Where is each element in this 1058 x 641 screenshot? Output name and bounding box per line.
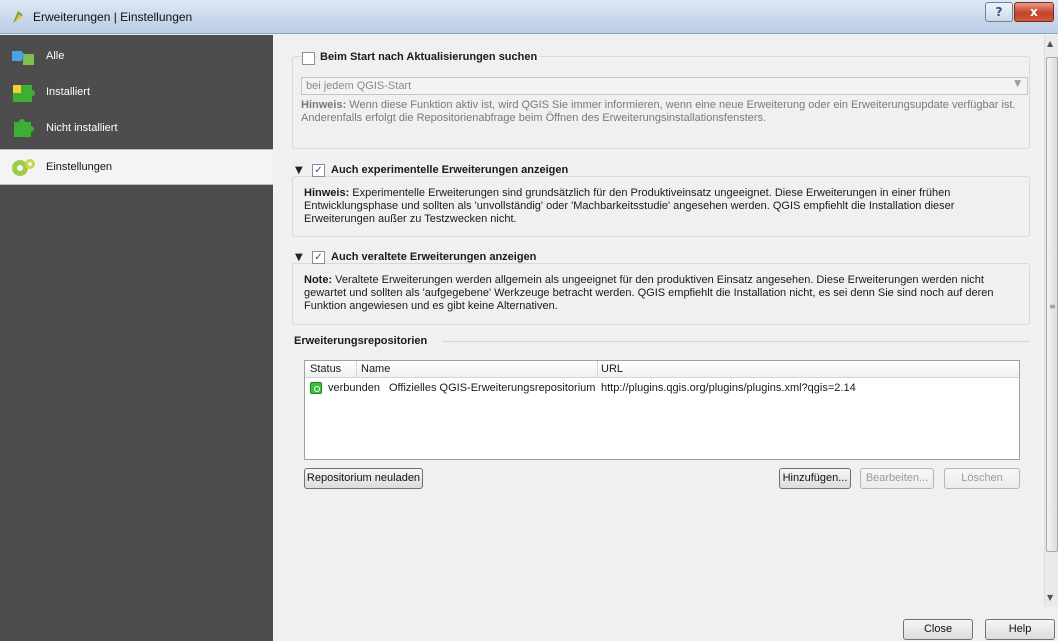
sidebar-item-installiert[interactable]: Installiert	[0, 75, 273, 111]
column-separator	[356, 361, 357, 378]
edit-repository-button[interactable]: Bearbeiten...	[860, 468, 934, 489]
qgis-logo-icon	[13, 11, 23, 23]
connected-status-icon	[310, 382, 322, 394]
vertical-scrollbar[interactable]: ▲ ≡ ▼	[1044, 35, 1058, 607]
table-row[interactable]: verbunden Offizielles QGIS-Erweiterungsr…	[305, 381, 1019, 397]
experimental-hint-prefix: Hinweis:	[304, 187, 350, 199]
update-frequency-value: bei jedem QGIS-Start	[306, 80, 412, 92]
repositories-table[interactable]: Status Name URL verbunden Offizielles QG…	[304, 360, 1020, 460]
collapse-arrow-icon[interactable]: ▼	[295, 252, 303, 263]
scroll-down-icon[interactable]: ▼	[1047, 593, 1053, 602]
help-button[interactable]: Help	[985, 619, 1055, 640]
experimental-hint-text: Experimentelle Erweiterungen sind grunds…	[304, 187, 955, 225]
update-frequency-select[interactable]: bei jedem QGIS-Start ▼	[301, 77, 1028, 95]
updates-hint: Hinweis: Wenn diese Funktion aktiv ist, …	[301, 99, 1021, 125]
table-header: Status Name URL	[305, 361, 1019, 378]
deprecated-note-text: Veraltete Erweiterungen werden allgemein…	[304, 274, 994, 312]
updates-hint-prefix: Hinweis:	[301, 99, 347, 111]
settings-panel: Beim Start nach Aktualisierungen suchen …	[274, 35, 1058, 641]
sidebar-item-einstellungen[interactable]: Einstellungen	[0, 149, 273, 185]
sidebar: Alle Installiert Nicht installiert Einst…	[0, 35, 273, 641]
puzzle-pieces-icon	[12, 51, 34, 65]
sidebar-item-nicht-installiert[interactable]: Nicht installiert	[0, 111, 273, 147]
deprecated-checkbox[interactable]: ✓	[312, 251, 325, 264]
add-repository-button[interactable]: Hinzufügen...	[779, 468, 851, 489]
scroll-up-icon[interactable]: ▲	[1047, 39, 1053, 48]
sidebar-item-label: Nicht installiert	[46, 122, 118, 134]
collapse-arrow-icon[interactable]: ▼	[295, 165, 303, 176]
column-header-name[interactable]: Name	[361, 363, 390, 375]
experimental-checkbox[interactable]: ✓	[312, 164, 325, 177]
repository-status: verbunden	[328, 382, 380, 394]
column-separator	[597, 361, 598, 378]
column-header-status[interactable]: Status	[310, 363, 341, 375]
grip-icon: ≡	[1049, 302, 1056, 311]
puzzle-not-installed-icon	[14, 119, 34, 137]
title-bar: Erweiterungen | Einstellungen ? x	[0, 0, 1058, 34]
puzzle-installed-icon	[13, 85, 35, 102]
window-title: Erweiterungen | Einstellungen	[33, 10, 193, 24]
deprecated-note-prefix: Note:	[304, 274, 333, 286]
experimental-hint: Hinweis: Experimentelle Erweiterungen si…	[304, 187, 1024, 226]
sidebar-item-alle[interactable]: Alle	[0, 39, 273, 75]
experimental-label: Auch experimentelle Erweiterungen anzeig…	[328, 164, 572, 176]
close-button[interactable]: Close	[903, 619, 973, 640]
gears-icon	[12, 159, 35, 176]
check-updates-checkbox[interactable]	[302, 52, 315, 65]
repository-url: http://plugins.qgis.org/plugins/plugins.…	[601, 382, 856, 394]
chevron-down-icon: ▼	[1014, 79, 1021, 89]
deprecated-note: Note: Veraltete Erweiterungen werden all…	[304, 274, 1024, 313]
scrollbar-thumb[interactable]: ≡	[1046, 57, 1058, 552]
updates-hint-text: Wenn diese Funktion aktiv ist, wird QGIS…	[301, 99, 1016, 124]
repository-name: Offizielles QGIS-Erweiterungsrepositoriu…	[389, 382, 596, 394]
repositories-title: Erweiterungsrepositorien	[294, 335, 428, 347]
delete-repository-button[interactable]: Löschen	[944, 468, 1020, 489]
repositories-divider	[442, 341, 1030, 342]
check-updates-label: Beim Start nach Aktualisierungen suchen	[317, 51, 541, 63]
deprecated-label: Auch veraltete Erweiterungen anzeigen	[328, 251, 540, 263]
window-close-button[interactable]: x	[1014, 2, 1054, 22]
window-help-button[interactable]: ?	[985, 2, 1013, 22]
reload-repository-button[interactable]: Repositorium neuladen	[304, 468, 423, 489]
column-header-url[interactable]: URL	[601, 363, 623, 375]
sidebar-item-label: Installiert	[46, 86, 91, 98]
sidebar-item-label: Einstellungen	[46, 161, 113, 173]
sidebar-item-label: Alle	[46, 50, 65, 62]
